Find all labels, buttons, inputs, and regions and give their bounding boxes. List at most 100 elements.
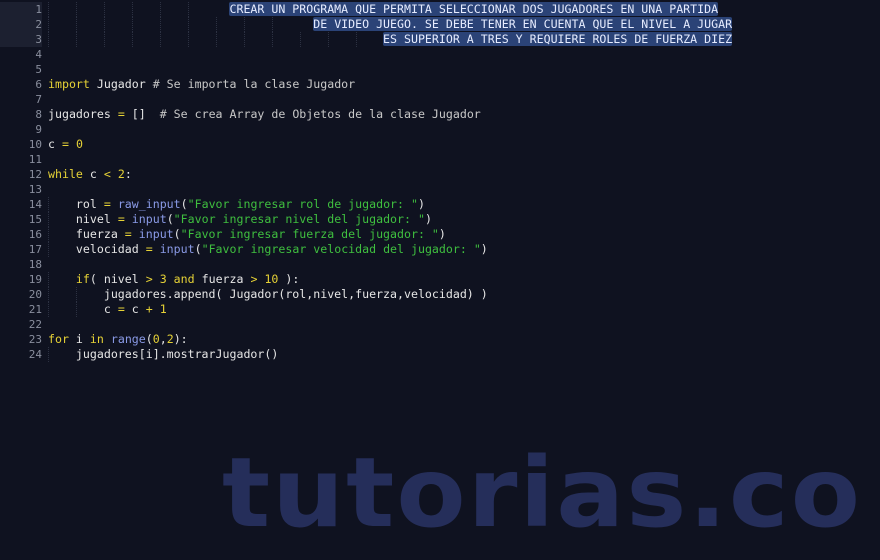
- operator-token: =: [117, 107, 125, 121]
- line-number: 13: [0, 182, 42, 197]
- code-token: Jugador: [89, 77, 153, 91]
- line-number-text: 1: [35, 3, 42, 16]
- builtin-token: input: [131, 212, 167, 226]
- line-number: 24: [0, 347, 42, 362]
- line-number: 17: [0, 242, 42, 257]
- code-token: :: [124, 167, 132, 181]
- code-text[interactable]: DE VIDEO JUEGO. SE DEBE TENER EN CUENTA …: [48, 17, 733, 32]
- line-number: 2: [0, 17, 42, 32]
- indent-guides: [0, 257, 880, 272]
- watermark-logo: tutorias.co: [222, 437, 863, 549]
- code-line[interactable]: 21 c = c + 1: [0, 302, 880, 317]
- code-line[interactable]: 12 while c < 2:: [0, 167, 880, 182]
- code-line[interactable]: 24 jugadores[i].mostrarJugador(): [0, 347, 880, 362]
- code-line[interactable]: 14 rol = raw_input("Favor ingresar rol d…: [0, 197, 880, 212]
- code-text[interactable]: jugadores[i].mostrarJugador(): [48, 347, 278, 362]
- indent-guides: [0, 47, 880, 62]
- line-number-text: 9: [35, 123, 42, 136]
- code-token: (: [180, 197, 188, 211]
- indent-guides: [0, 137, 880, 152]
- code-line[interactable]: 17 velocidad = input("Favor ingresar vel…: [0, 242, 880, 257]
- number-token: 2: [166, 332, 174, 346]
- code-text[interactable]: for i in range(0,2):: [48, 332, 188, 347]
- keyword-token: in: [89, 332, 104, 346]
- code-line[interactable]: 13: [0, 182, 880, 197]
- code-line[interactable]: 18: [0, 257, 880, 272]
- operator-token: =: [103, 197, 111, 211]
- code-text[interactable]: velocidad = input("Favor ingresar veloci…: [48, 242, 488, 257]
- comment-token: # Se importa la clase Jugador: [152, 77, 356, 91]
- code-text[interactable]: c = 0: [48, 137, 83, 152]
- line-number-text: 4: [35, 48, 42, 61]
- code-text[interactable]: import Jugador # Se importa la clase Jug…: [48, 77, 355, 92]
- code-line[interactable]: 16 fuerza = input("Favor ingresar fuerza…: [0, 227, 880, 242]
- line-number: 16: [0, 227, 42, 242]
- code-line[interactable]: 1 CREAR UN PROGRAMA QUE PERMITA SELECCIO…: [0, 2, 880, 17]
- code-text[interactable]: rol = raw_input("Favor ingresar rol de j…: [48, 197, 425, 212]
- line-number: 8: [0, 107, 42, 122]
- indent-guides: [0, 152, 880, 167]
- code-token: (: [145, 332, 153, 346]
- code-line[interactable]: 23 for i in range(0,2):: [0, 332, 880, 347]
- line-number-text: 21: [28, 303, 42, 316]
- code-line[interactable]: 2 DE VIDEO JUEGO. SE DEBE TENER EN CUENT…: [0, 17, 880, 32]
- code-line[interactable]: 9: [0, 122, 880, 137]
- code-token: ): [417, 197, 425, 211]
- code-line[interactable]: 5: [0, 62, 880, 77]
- code-text[interactable]: ES SUPERIOR A TRES Y REQUIERE ROLES DE F…: [48, 32, 733, 47]
- code-line[interactable]: 20 jugadores.append( Jugador(rol,nivel,f…: [0, 287, 880, 302]
- code-text[interactable]: fuerza = input("Favor ingresar fuerza de…: [48, 227, 446, 242]
- code-token: ): [424, 212, 432, 226]
- line-number-text: 11: [28, 153, 42, 166]
- code-text[interactable]: CREAR UN PROGRAMA QUE PERMITA SELECCIONA…: [48, 2, 719, 17]
- code-line[interactable]: 19 if( nivel > 3 and fuerza > 10 ):: [0, 272, 880, 287]
- line-number: 21: [0, 302, 42, 317]
- code-token: ,: [159, 332, 167, 346]
- indent-guides: [0, 167, 880, 182]
- string-token: "Favor ingresar nivel del jugador: ": [173, 212, 425, 226]
- code-line[interactable]: 6 import Jugador # Se importa la clase Ju…: [0, 77, 880, 92]
- code-token: velocidad: [48, 242, 146, 256]
- code-line[interactable]: 3 ES SUPERIOR A TRES Y REQUIERE ROLES DE…: [0, 32, 880, 47]
- keyword-token: import: [48, 77, 90, 91]
- code-text[interactable]: nivel = input("Favor ingresar nivel del …: [48, 212, 432, 227]
- builtin-token: raw_input: [117, 197, 181, 211]
- selected-text: DE VIDEO JUEGO. SE DEBE TENER EN CUENTA …: [313, 17, 733, 31]
- line-number: 5: [0, 62, 42, 77]
- line-number: 7: [0, 92, 42, 107]
- code-token: jugadores: [48, 107, 118, 121]
- line-number-text: 3: [35, 33, 42, 46]
- operator-token: +: [145, 302, 153, 316]
- line-number: 3: [0, 32, 42, 47]
- code-editor[interactable]: 1 CREAR UN PROGRAMA QUE PERMITA SELECCIO…: [0, 2, 880, 362]
- code-text[interactable]: jugadores = [] # Se crea Array de Objeto…: [48, 107, 481, 122]
- code-line[interactable]: 22: [0, 317, 880, 332]
- code-token: rol: [48, 197, 104, 211]
- selected-text: CREAR UN PROGRAMA QUE PERMITA SELECCIONA…: [229, 2, 719, 16]
- builtin-token: input: [138, 227, 174, 241]
- builtin-token: input: [159, 242, 195, 256]
- line-number: 1: [0, 2, 42, 17]
- code-text[interactable]: while c < 2:: [48, 167, 132, 182]
- line-number: 12: [0, 167, 42, 182]
- code-line[interactable]: 10 c = 0: [0, 137, 880, 152]
- code-token: jugadores.append( Jugador(rol,nivel,fuer…: [48, 287, 488, 301]
- code-text[interactable]: jugadores.append( Jugador(rol,nivel,fuer…: [48, 287, 488, 302]
- keyword-token: while: [48, 167, 83, 181]
- code-line[interactable]: 11: [0, 152, 880, 167]
- code-token: []: [124, 107, 160, 121]
- code-line[interactable]: 15 nivel = input("Favor ingresar nivel d…: [0, 212, 880, 227]
- code-line[interactable]: 4: [0, 47, 880, 62]
- code-text[interactable]: if( nivel > 3 and fuerza > 10 ):: [48, 272, 299, 287]
- code-line[interactable]: 8 jugadores = [] # Se crea Array de Objet…: [0, 107, 880, 122]
- code-line[interactable]: 7: [0, 92, 880, 107]
- line-number-text: 19: [28, 273, 42, 286]
- code-text[interactable]: c = c + 1: [48, 302, 167, 317]
